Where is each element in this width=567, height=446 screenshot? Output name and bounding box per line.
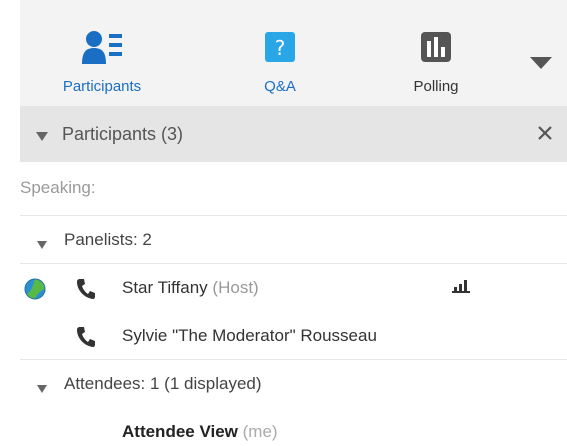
speaking-label: Speaking: [20, 178, 96, 197]
tab-qa[interactable]: ? Q&A [210, 0, 350, 106]
phone-icon [76, 278, 96, 305]
tab-participants-label: Participants [62, 78, 142, 95]
status-globe-icon [24, 278, 46, 305]
tab-qa-label: Q&A [264, 78, 296, 95]
participants-panel: Participants ? Q&A Polling Participants … [0, 0, 567, 446]
caret-down-icon[interactable] [35, 130, 49, 148]
tab-polling[interactable]: Polling [366, 0, 506, 106]
toolbar: Participants ? Q&A Polling [20, 0, 567, 106]
attendees-label: Attendees: 1 (1 displayed) [64, 374, 262, 393]
close-icon[interactable] [536, 124, 554, 142]
audio-level-icon [452, 279, 470, 300]
panelists-group-row[interactable]: Panelists: 2 [20, 216, 567, 264]
speaking-row: Speaking: [20, 162, 567, 216]
tab-polling-label: Polling [413, 78, 459, 95]
list-item-moderator[interactable]: Sylvie "The Moderator" Rousseau [20, 312, 567, 360]
more-menu-button[interactable] [526, 52, 556, 72]
participant-name-text: Star Tiffany [122, 278, 208, 297]
me-suffix: (me) [242, 422, 278, 441]
caret-down-icon[interactable] [36, 237, 48, 255]
attendees-group-row[interactable]: Attendees: 1 (1 displayed) [20, 360, 567, 408]
participant-name-text: Attendee View [122, 422, 238, 441]
qa-icon: ? [263, 30, 297, 69]
phone-icon [76, 326, 96, 353]
polling-icon [419, 30, 453, 69]
tab-participants[interactable]: Participants [32, 0, 172, 106]
participant-name: Sylvie "The Moderator" Rousseau [122, 326, 377, 345]
participant-role: (Host) [212, 278, 259, 297]
chevron-down-icon [526, 57, 556, 76]
list-item-me[interactable]: Attendee View (me) [20, 408, 567, 446]
caret-down-icon[interactable] [36, 381, 48, 399]
svg-text:?: ? [275, 36, 286, 60]
list-item-host[interactable]: Star Tiffany (Host) [20, 264, 567, 312]
panelists-label: Panelists: 2 [64, 230, 152, 249]
section-title: Participants (3) [62, 124, 184, 144]
participants-section-header[interactable]: Participants (3) [20, 106, 567, 162]
participant-name: Attendee View (me) [122, 422, 278, 442]
participants-icon [82, 30, 122, 71]
participant-name: Star Tiffany (Host) [122, 278, 259, 298]
